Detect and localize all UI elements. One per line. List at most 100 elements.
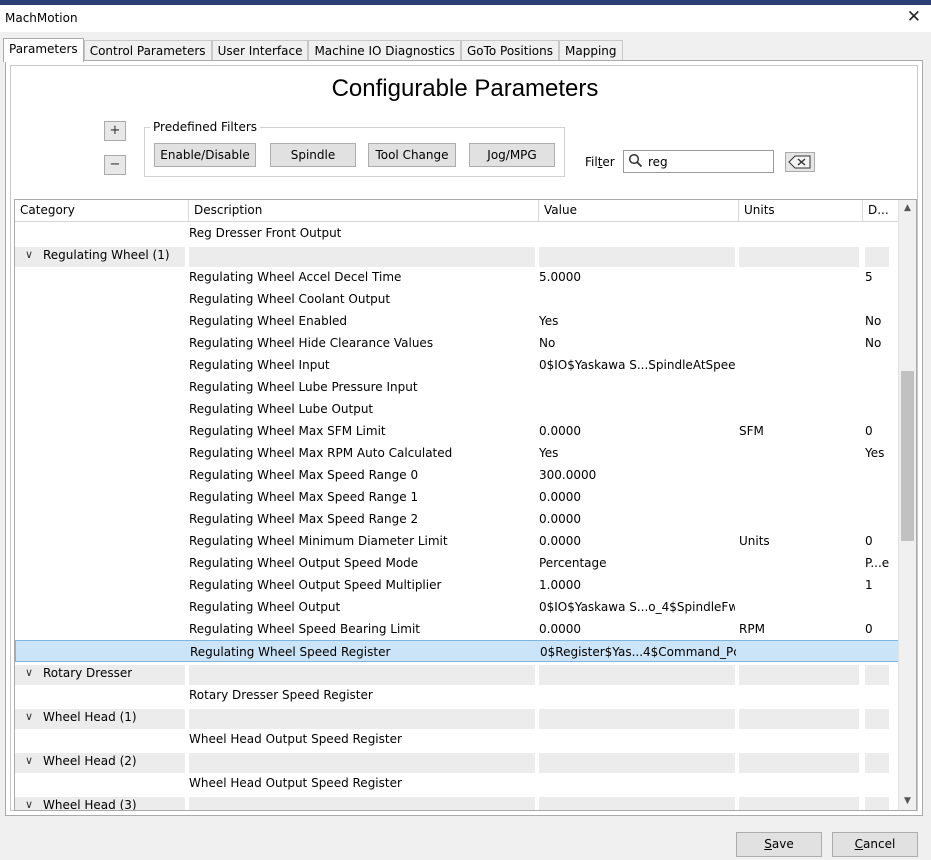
group-row[interactable]: ∨ Wheel Head (2) (15, 750, 899, 773)
value-cell[interactable]: 0.0000 (539, 508, 735, 530)
collapse-icon: − (109, 157, 121, 172)
default-cell-bg (865, 665, 889, 685)
expand-all-button[interactable]: + (104, 121, 126, 141)
grid-header: Category Description Value Units D... (15, 200, 899, 222)
description-cell: Regulating Wheel Accel Decel Time (189, 270, 402, 284)
window-title: MachMotion (5, 11, 78, 25)
column-header-units[interactable]: Units (739, 200, 863, 222)
value-cell[interactable]: 0$IO$Yaskawa S...SpindleAtSpeed (539, 354, 735, 376)
parameter-row[interactable]: Regulating Wheel Speed Bearing Limit 0.00… (15, 618, 899, 640)
chevron-down-icon[interactable]: ∨ (25, 244, 33, 266)
tab-user-interface[interactable]: User Interface (211, 40, 309, 62)
tab-control-parameters[interactable]: Control Parameters (83, 40, 212, 62)
parameter-row[interactable]: Reg Dresser Front Output (15, 222, 899, 244)
close-icon[interactable]: ✕ (907, 7, 921, 27)
tab-parameters[interactable]: Parameters (3, 38, 84, 62)
parameter-row[interactable]: Wheel Head Output Speed Register (15, 728, 899, 750)
chevron-down-icon[interactable]: ∨ (25, 750, 33, 772)
default-cell: 0 (865, 534, 873, 548)
tab-mapping[interactable]: Mapping (559, 40, 623, 62)
units-cell: Units (739, 534, 770, 548)
group-row[interactable]: ∨ Wheel Head (3) (15, 794, 899, 810)
value-cell[interactable]: No (539, 332, 735, 354)
chevron-down-icon[interactable]: ∨ (25, 794, 33, 810)
grid-rows: Reg Dresser Front Output ∨ Regulating Whee… (15, 222, 899, 810)
chevron-down-icon[interactable]: ∨ (25, 706, 33, 728)
parameter-row[interactable]: Regulating Wheel Enabled Yes No (15, 310, 899, 332)
parameter-row[interactable]: Wheel Head Output Speed Register (15, 772, 899, 794)
parameter-row[interactable]: Regulating Wheel Max Speed Range 2 0.0000 (15, 508, 899, 530)
group-label: Wheel Head (2) (43, 754, 137, 768)
units-cell: SFM (739, 424, 764, 438)
column-header-value[interactable]: Value (539, 200, 739, 222)
description-cell: Regulating Wheel Coolant Output (189, 292, 391, 306)
value-cell[interactable]: 300.0000 (539, 464, 735, 486)
tab-machine-io-diagnostics[interactable]: Machine IO Diagnostics (308, 40, 461, 62)
scroll-thumb[interactable] (901, 371, 914, 541)
tool-change-filter-button[interactable]: Tool Change (368, 143, 456, 167)
group-row[interactable]: ∨ Rotary Dresser (15, 662, 899, 685)
value-cell[interactable]: 0.0000 (539, 420, 735, 442)
value-cell[interactable]: 0$IO$Yaskawa S...o_4$SpindleFwd (539, 596, 735, 618)
default-cell: 1 (865, 578, 873, 592)
description-cell-bg (189, 665, 535, 685)
value-cell[interactable]: Percentage (539, 552, 735, 574)
description-cell: Regulating Wheel Hide Clearance Values (189, 336, 434, 350)
search-icon (628, 153, 643, 168)
clear-filter-button[interactable] (785, 152, 815, 172)
parameter-row[interactable]: Regulating Wheel Lube Pressure Input (15, 376, 899, 398)
cancel-button[interactable]: Cancel (832, 832, 918, 857)
tab-goto-positions[interactable]: GoTo Positions (460, 40, 559, 62)
parameter-row[interactable]: Regulating Wheel Output Speed Multiplier… (15, 574, 899, 596)
parameter-row[interactable]: Regulating Wheel Minimum Diameter Limit 0… (15, 530, 899, 552)
title-bar: MachMotion ✕ (0, 5, 931, 32)
description-cell: Reg Dresser Front Output (189, 226, 342, 240)
value-cell[interactable]: 0.0000 (539, 618, 735, 640)
value-cell[interactable]: 0.0000 (539, 530, 735, 552)
units-cell-bg (739, 665, 859, 685)
parameter-row[interactable]: Regulating Wheel Max SFM Limit 0.0000 SFM 0 (15, 420, 899, 442)
parameter-row[interactable]: Rotary Dresser Speed Register (15, 684, 899, 706)
expand-icon: + (109, 123, 121, 138)
column-header-default[interactable]: D... (863, 200, 899, 222)
group-row[interactable]: ∨ Regulating Wheel (1) (15, 244, 899, 267)
description-cell: Regulating Wheel Max SFM Limit (189, 424, 386, 438)
group-row[interactable]: ∨ Wheel Head (1) (15, 706, 899, 729)
value-cell[interactable]: Yes (539, 442, 735, 464)
column-header-category[interactable]: Category (15, 200, 189, 222)
scroll-up-icon[interactable]: ▲ (899, 200, 916, 217)
parameter-row[interactable]: Regulating Wheel Hide Clearance Values No… (15, 332, 899, 354)
group-label: Wheel Head (1) (43, 710, 137, 724)
value-cell[interactable]: 5.0000 (539, 266, 735, 288)
scroll-down-icon[interactable]: ▼ (899, 793, 916, 810)
parameter-row[interactable]: Regulating Wheel Accel Decel Time 5.0000 5 (15, 266, 899, 288)
jog-mpg-filter-button[interactable]: Jog/MPG (469, 143, 555, 167)
parameter-row[interactable]: Regulating Wheel Speed Register 0$Registe… (15, 640, 899, 662)
parameter-row[interactable]: Regulating Wheel Output 0$IO$Yaskawa S...… (15, 596, 899, 618)
parameter-row[interactable]: Regulating Wheel Max RPM Auto Calculated… (15, 442, 899, 464)
spindle-filter-button[interactable]: Spindle (270, 143, 356, 167)
description-cell: Regulating Wheel Lube Output (189, 402, 374, 416)
parameter-row[interactable]: Regulating Wheel Max Speed Range 1 0.0000 (15, 486, 899, 508)
value-cell[interactable]: Yes (539, 310, 735, 332)
filter-input[interactable]: reg (623, 150, 774, 173)
parameter-row[interactable]: Regulating Wheel Coolant Output (15, 288, 899, 310)
group-label: Regulating Wheel (1) (43, 248, 170, 262)
column-header-description[interactable]: Description (189, 200, 539, 222)
vertical-scrollbar[interactable]: ▲ ▼ (898, 200, 916, 810)
value-cell[interactable]: 1.0000 (539, 574, 735, 596)
value-cell[interactable]: 0.0000 (539, 486, 735, 508)
parameter-row[interactable]: Regulating Wheel Input 0$IO$Yaskawa S...S… (15, 354, 899, 376)
default-cell: Yes (865, 446, 885, 460)
chevron-down-icon[interactable]: ∨ (25, 662, 33, 684)
default-cell: 0 (865, 622, 873, 636)
parameter-row[interactable]: Regulating Wheel Output Speed Mode Percen… (15, 552, 899, 574)
enable-disable-filter-button[interactable]: Enable/Disable (154, 143, 256, 167)
collapse-all-button[interactable]: − (104, 155, 126, 175)
value-cell[interactable]: 0$Register$Yas...4$Command_Pct (540, 641, 736, 663)
parameter-row[interactable]: Regulating Wheel Lube Output (15, 398, 899, 420)
parameter-row[interactable]: Regulating Wheel Max Speed Range 0 300.00… (15, 464, 899, 486)
default-cell: No (865, 336, 882, 350)
save-button[interactable]: Save (736, 832, 822, 857)
description-cell-bg (189, 247, 535, 267)
